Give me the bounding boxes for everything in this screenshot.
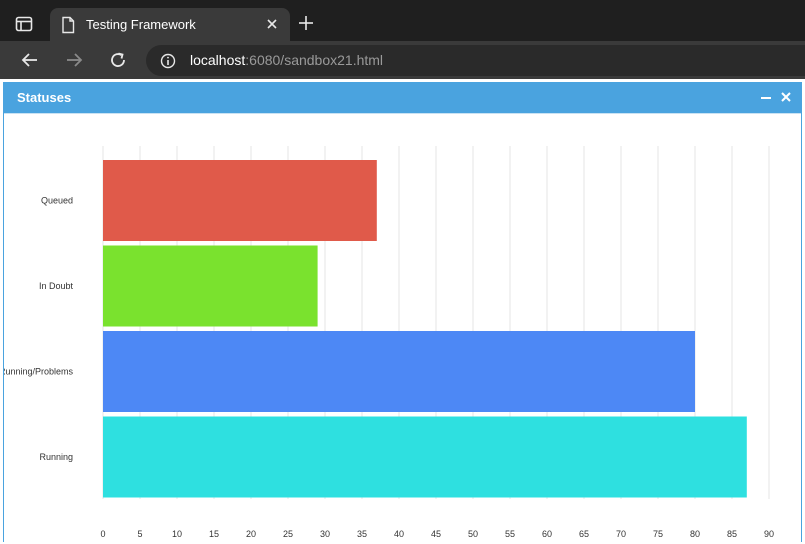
x-tick-label: 15: [209, 529, 219, 539]
panel-header: Statuses: [4, 83, 801, 113]
arrow-left-icon[interactable]: [20, 50, 40, 70]
address-bar[interactable]: localhost:6080/sandbox21.html: [146, 45, 805, 76]
bar-queued: [103, 160, 377, 241]
statuses-panel: Statuses 0 5 10 15 20 25 30 35 40 45 50 55 60 65 70 75 8…: [3, 82, 802, 542]
x-tick-label: 90: [764, 529, 774, 539]
panel-body: 0 5 10 15 20 25 30 35 40 45 50 55 60 65 70 75 80 85 90 Queu…: [4, 113, 801, 543]
url-path: :6080/sandbox21.html: [245, 52, 384, 68]
plus-icon[interactable]: [298, 15, 314, 31]
y-category-label: Running: [39, 452, 73, 462]
browser-tab-bar: Testing Framework: [0, 0, 805, 41]
tab-title: Testing Framework: [86, 17, 196, 32]
x-tick-label: 80: [690, 529, 700, 539]
y-category-label: Running/Problems: [4, 367, 73, 377]
x-tick-label: 0: [100, 529, 105, 539]
url-host: localhost: [190, 52, 246, 68]
panel-title: Statuses: [17, 90, 72, 105]
bar-running: [103, 416, 747, 498]
x-tick-label: 25: [283, 529, 293, 539]
x-tick-label: 60: [542, 529, 552, 539]
x-tick-label: 50: [468, 529, 478, 539]
bar-running-problems: [103, 331, 695, 412]
minimize-icon[interactable]: [759, 90, 773, 104]
url-text: localhost:6080/sandbox21.html: [190, 52, 383, 68]
tab-strip-icon[interactable]: [14, 14, 34, 34]
bar-in-doubt: [103, 245, 318, 327]
x-tick-label: 30: [320, 529, 330, 539]
x-tick-label: 45: [431, 529, 441, 539]
x-tick-label: 20: [246, 529, 256, 539]
arrow-right-icon[interactable]: [64, 50, 84, 70]
document-icon: [62, 16, 75, 34]
x-tick-label: 5: [137, 529, 142, 539]
y-category-label: In Doubt: [39, 281, 74, 291]
x-tick-label: 70: [616, 529, 626, 539]
x-tick-label: 55: [505, 529, 515, 539]
y-category-label: Queued: [41, 196, 73, 206]
x-tick-label: 65: [579, 529, 589, 539]
browser-tab[interactable]: Testing Framework: [50, 8, 290, 41]
x-tick-label: 10: [172, 529, 182, 539]
x-tick-label: 35: [357, 529, 367, 539]
close-icon[interactable]: [264, 16, 280, 32]
x-tick-label: 75: [653, 529, 663, 539]
statuses-bar-chart: 0 5 10 15 20 25 30 35 40 45 50 55 60 65 70 75 80 85 90 Queu…: [4, 146, 774, 539]
page-viewport: Statuses 0 5 10 15 20 25 30 35 40 45 50 55 60 65 70 75 8…: [0, 79, 805, 542]
reload-icon[interactable]: [108, 50, 128, 70]
info-icon[interactable]: [160, 53, 176, 69]
x-tick-label: 40: [394, 529, 404, 539]
x-tick-label: 85: [727, 529, 737, 539]
close-icon[interactable]: [779, 90, 793, 104]
browser-toolbar: localhost:6080/sandbox21.html: [0, 41, 805, 79]
